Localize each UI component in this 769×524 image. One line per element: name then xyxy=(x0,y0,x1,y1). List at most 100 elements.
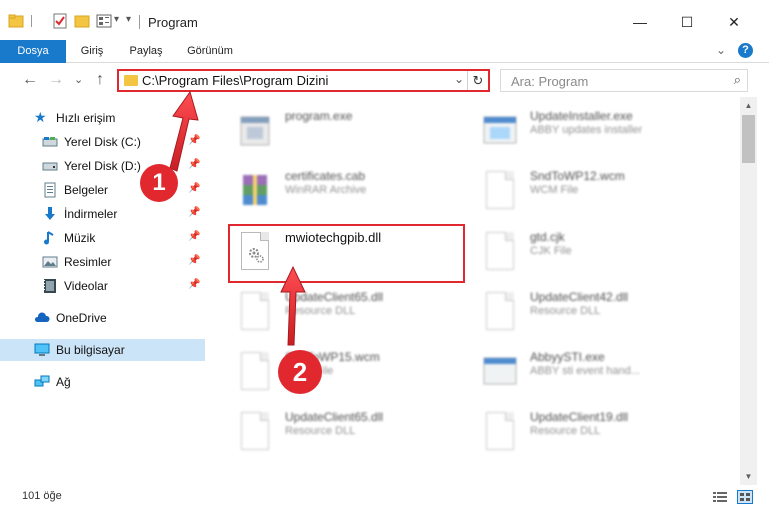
pin-icon[interactable]: 📌 xyxy=(188,231,200,242)
file-type: Resource DLL xyxy=(530,425,601,437)
file-name: certificates.cab xyxy=(285,169,366,183)
list-item[interactable]: AbbyySTI.exe ABBY sti event hand... xyxy=(480,350,740,410)
pin-icon[interactable]: 📌 xyxy=(188,279,200,290)
vertical-scrollbar[interactable]: ▲ ▼ xyxy=(740,97,757,485)
sidebar-item-label: Videolar xyxy=(64,279,108,293)
list-item[interactable]: gtd.cjk CJK File xyxy=(480,230,740,290)
view-options-icon[interactable] xyxy=(96,13,112,31)
list-item[interactable]: SndToWP15.wcm WCM File xyxy=(235,350,495,410)
sidebar-item-network[interactable]: Ağ xyxy=(0,371,205,393)
scroll-up-icon[interactable]: ▲ xyxy=(740,97,757,114)
file-name: UpdateClient65.dll xyxy=(285,290,384,304)
tab-giris[interactable]: Giriş xyxy=(66,40,118,63)
file-name: UpdateClient42.dll xyxy=(530,290,629,304)
tab-paylas[interactable]: Paylaş xyxy=(118,40,174,63)
file-type: WinRAR Archive xyxy=(285,184,367,196)
list-item[interactable]: UpdateClient65.dll Resource DLL xyxy=(235,290,495,350)
pictures-icon xyxy=(42,256,58,268)
sidebar-item-label: Belgeler xyxy=(64,183,109,197)
file-name: gtd.cjk xyxy=(530,230,565,244)
step-marker-2: 2 xyxy=(278,350,322,394)
pin-icon[interactable]: 📌 xyxy=(188,255,200,266)
file-type: ABBY sti event hand... xyxy=(530,365,640,377)
navigation-bar: ← → ⌄ ↑ C:\Program Files\Program Dizini … xyxy=(0,63,769,97)
step-marker-1: 1 xyxy=(140,164,178,202)
scrollbar-thumb[interactable] xyxy=(742,115,755,163)
network-icon xyxy=(34,375,50,387)
downloads-icon xyxy=(45,207,55,220)
list-item[interactable]: program.exe xyxy=(235,109,495,169)
sidebar-item-resimler[interactable]: Resimler 📌 xyxy=(0,251,205,273)
exe-file-icon xyxy=(483,357,517,385)
title-separator xyxy=(139,15,140,29)
pin-icon[interactable]: 📌 xyxy=(188,207,200,218)
quick-access-dropdown-icon[interactable]: ▾ xyxy=(114,14,119,32)
list-item[interactable]: UpdateClient42.dll Resource DLL xyxy=(480,290,740,350)
ribbon-tabs: Dosya Giriş Paylaş Görünüm ⌄ ? xyxy=(0,40,769,100)
address-bar[interactable]: C:\Program Files\Program Dizini ⌄ ↻ xyxy=(117,69,490,92)
close-button[interactable]: ✕ xyxy=(711,8,757,36)
search-input[interactable]: Ara: Program ⌕ xyxy=(500,69,748,92)
list-item[interactable]: certificates.cab WinRAR Archive xyxy=(235,169,495,229)
sidebar-item-onedrive[interactable]: OneDrive xyxy=(0,307,205,329)
back-arrow-icon[interactable]: ← xyxy=(22,71,38,89)
generic-file-icon xyxy=(235,350,275,394)
new-folder-icon[interactable] xyxy=(74,13,90,31)
list-item[interactable]: UpdateClient65.dll Resource DLL xyxy=(235,410,495,470)
file-name: UpdateInstaller.exe xyxy=(530,109,633,123)
sidebar-item-videolar[interactable]: Videolar 📌 xyxy=(0,275,205,297)
list-item[interactable]: UpdateClient19.dll Resource DLL xyxy=(480,410,740,470)
pin-icon[interactable]: 📌 xyxy=(188,183,200,194)
window-title: Program xyxy=(148,15,198,30)
sidebar-item-disk-c[interactable]: Yerel Disk (C:) 📌 xyxy=(0,131,205,153)
sidebar-item-label: Müzik xyxy=(64,231,96,245)
sidebar-item-quick-access[interactable]: ★ Hızlı erişim xyxy=(0,107,205,129)
pin-icon[interactable]: 📌 xyxy=(188,159,200,170)
dll-file-icon xyxy=(480,410,520,454)
details-view-icon[interactable] xyxy=(712,490,728,504)
address-path[interactable]: C:\Program Files\Program Dizini xyxy=(142,73,328,88)
file-type: Resource DLL xyxy=(530,305,601,317)
properties-icon[interactable] xyxy=(52,13,68,31)
customize-toolbar-icon[interactable]: ▾ xyxy=(126,14,131,32)
separator-icon xyxy=(30,13,34,31)
refresh-icon[interactable]: ↻ xyxy=(467,71,488,90)
list-item[interactable]: SndToWP12.wcm WCM File xyxy=(480,169,740,229)
sidebar-item-label: Ağ xyxy=(56,375,71,389)
pin-icon[interactable]: 📌 xyxy=(188,135,200,146)
forward-arrow-icon[interactable]: → xyxy=(48,71,64,89)
target-file-highlight xyxy=(228,224,465,283)
search-placeholder: Ara: Program xyxy=(511,74,589,89)
file-name: SndToWP12.wcm xyxy=(530,169,625,183)
expand-ribbon-icon[interactable]: ⌄ xyxy=(716,43,726,57)
file-list: program.exe certificates.cab WinRAR Arch… xyxy=(207,97,740,485)
dll-file-icon xyxy=(480,290,520,334)
scroll-down-icon[interactable]: ▼ xyxy=(740,468,757,485)
sidebar-item-label: Yerel Disk (C:) xyxy=(64,135,141,149)
sidebar-item-indirmeler[interactable]: İndirmeler 📌 xyxy=(0,203,205,225)
up-arrow-icon[interactable]: ↑ xyxy=(96,71,104,89)
status-bar: 101 öğe xyxy=(0,485,769,509)
sidebar-item-this-pc[interactable]: Bu bilgisayar xyxy=(0,339,205,361)
maximize-button[interactable]: ☐ xyxy=(664,8,710,36)
title-bar: ▾ ▾ Program — ☐ ✕ xyxy=(0,0,769,40)
address-dropdown-icon[interactable]: ⌄ xyxy=(454,72,464,86)
list-item[interactable]: UpdateInstaller.exe ABBY updates install… xyxy=(480,109,740,169)
dll-file-icon xyxy=(235,290,275,334)
exe-file-icon xyxy=(240,116,270,146)
videos-icon xyxy=(44,279,56,293)
music-icon xyxy=(44,231,54,245)
help-icon[interactable]: ? xyxy=(738,43,753,58)
search-icon[interactable]: ⌕ xyxy=(734,72,741,88)
tab-gorunum[interactable]: Görünüm xyxy=(176,40,244,63)
sidebar-item-muzik[interactable]: Müzik 📌 xyxy=(0,227,205,249)
large-icons-view-icon[interactable] xyxy=(737,490,753,504)
sidebar-item-label: Hızlı erişim xyxy=(56,111,116,125)
minimize-button[interactable]: — xyxy=(617,8,663,36)
computer-icon xyxy=(34,343,50,356)
dll-file-icon xyxy=(235,410,275,454)
cloud-icon xyxy=(34,312,50,322)
recent-locations-icon[interactable]: ⌄ xyxy=(74,73,83,86)
file-name: program.exe xyxy=(285,109,353,123)
sidebar-item-label: İndirmeler xyxy=(64,207,118,221)
